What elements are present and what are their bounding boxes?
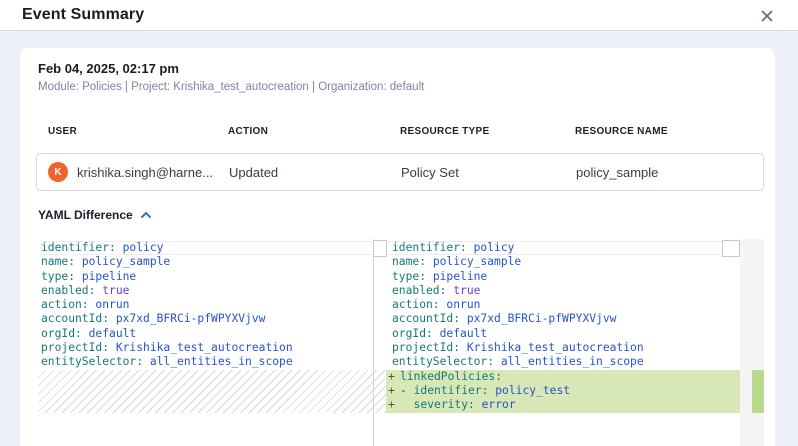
code-line: name: policy_sample [386,255,740,269]
event-card: Feb 04, 2025, 02:17 pm Module: Policies … [20,48,775,446]
diff-added-line: +linkedPolicies: [386,370,740,384]
code-line: accountId: px7xd_BFRCi-pfWPYXVjvw [41,312,386,326]
code-line: entitySelector: all_entities_in_scope [386,355,740,369]
code-line: identifier: policy [41,241,386,255]
code-line: name: policy_sample [41,255,386,269]
modal-body: Feb 04, 2025, 02:17 pm Module: Policies … [0,31,798,446]
column-header-resource-type: RESOURCE TYPE [400,126,489,137]
close-icon [761,10,773,22]
code-line: projectId: Krishika_test_autocreation [386,341,740,355]
diff-original-code: identifier: policyname: policy_sampletyp… [36,239,386,370]
diff-original-pane[interactable]: identifier: policyname: policy_sampletyp… [36,239,386,446]
diff-placeholder-hatch [38,370,386,413]
diff-pane-divider [373,239,374,446]
code-line: orgId: default [41,327,386,341]
code-line: action: onrun [386,298,740,312]
yaml-difference-toggle[interactable]: YAML Difference [38,208,152,222]
code-line: enabled: true [386,284,740,298]
column-header-resource-name: RESOURCE NAME [575,126,668,137]
overview-ruler-added-mark [752,370,764,413]
column-header-user: USER [48,126,77,137]
code-line: entitySelector: all_entities_in_scope [41,355,386,369]
table-row: K krishika.singh@harne... Updated Policy… [36,153,764,191]
code-line: projectId: Krishika_test_autocreation [41,341,386,355]
diff-added-line: +- identifier: policy_test [386,384,740,398]
diff-add-marker-icon: + [388,384,395,398]
event-meta: Module: Policies | Project: Krishika_tes… [38,81,424,93]
diff-add-marker-icon: + [388,370,395,384]
modal-header: Event Summary [0,0,798,31]
code-line: action: onrun [41,298,386,312]
page-title: Event Summary [22,6,144,24]
diff-added-line: + severity: error [386,398,740,412]
action-cell: Updated [229,154,278,190]
code-line: type: pipeline [41,270,386,284]
diff-add-marker-icon: + [388,398,395,412]
code-line: identifier: policy [386,241,740,255]
resource-type-cell: Policy Set [401,154,459,190]
event-timestamp: Feb 04, 2025, 02:17 pm [38,61,179,76]
diff-modified-pane[interactable]: identifier: policyname: policy_sampletyp… [386,239,740,446]
close-button[interactable] [758,7,776,25]
code-line: orgId: default [386,327,740,341]
yaml-diff-viewer: identifier: policyname: policy_sampletyp… [36,239,764,446]
diff-modified-code: identifier: policyname: policy_sampletyp… [386,239,740,413]
code-line: accountId: px7xd_BFRCi-pfWPYXVjvw [386,312,740,326]
code-line: type: pipeline [386,270,740,284]
yaml-difference-label: YAML Difference [38,208,133,222]
user-cell: krishika.singh@harne... [77,154,213,190]
column-header-action: ACTION [228,126,268,137]
resource-name-cell: policy_sample [576,154,658,190]
diff-overview-ruler[interactable] [740,239,764,446]
code-line: enabled: true [41,284,386,298]
chevron-up-icon [140,211,152,219]
avatar: K [48,162,68,182]
right-scrollbar-thumb[interactable] [722,240,740,257]
left-scrollbar-thumb[interactable] [373,240,387,257]
